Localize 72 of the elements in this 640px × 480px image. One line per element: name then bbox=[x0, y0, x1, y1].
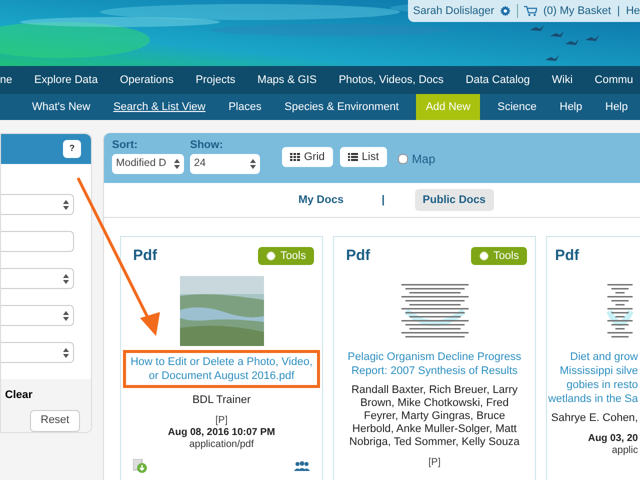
nav-link[interactable]: ne bbox=[0, 72, 12, 88]
mime-type: applic bbox=[612, 444, 638, 456]
dropdown-field[interactable] bbox=[1, 194, 74, 215]
clear-label[interactable]: Clear bbox=[5, 387, 33, 404]
updown-icon bbox=[63, 274, 69, 284]
document-title-link[interactable]: or Document August 2016.pdf bbox=[148, 368, 294, 382]
show-select[interactable]: 24 bbox=[190, 154, 260, 174]
visibility-label: [P] bbox=[428, 456, 441, 468]
updown-icon bbox=[63, 200, 69, 210]
document-title-link[interactable]: Mississippi silve bbox=[560, 364, 638, 378]
subnav-link[interactable]: Places bbox=[222, 94, 268, 120]
nav-link[interactable]: Maps & GIS bbox=[257, 72, 317, 88]
download-icon[interactable] bbox=[133, 458, 147, 472]
nav-link[interactable]: Operations bbox=[120, 72, 174, 88]
nav-link[interactable]: Wiki bbox=[552, 72, 573, 88]
subnav-link[interactable]: Science bbox=[491, 94, 543, 120]
updown-icon bbox=[250, 158, 256, 168]
updown-icon bbox=[174, 158, 180, 168]
nav-link[interactable]: Commu bbox=[594, 72, 634, 88]
mime-type: application/pdf bbox=[189, 438, 254, 450]
list-icon bbox=[348, 153, 358, 161]
document-type: Pdf bbox=[132, 246, 158, 266]
gear-icon bbox=[500, 5, 511, 17]
show-label: Show: bbox=[190, 138, 224, 153]
doc-tab[interactable]: Public Docs bbox=[414, 188, 494, 212]
truncated-link[interactable]: He bbox=[626, 2, 640, 20]
grid-view-button[interactable]: Grid bbox=[282, 147, 333, 167]
subnav-link[interactable]: Search & List View bbox=[107, 94, 212, 120]
gear-icon bbox=[479, 251, 490, 262]
dropdown-field[interactable] bbox=[1, 268, 74, 289]
updown-icon bbox=[63, 348, 69, 358]
dropdown-field[interactable] bbox=[1, 342, 74, 363]
document-title-link[interactable]: Pelagic Organism Decline Progress bbox=[348, 350, 522, 364]
nav-link[interactable]: Explore Data bbox=[34, 72, 98, 88]
document-type: Pdf bbox=[345, 246, 370, 266]
document-author: Randall Baxter, Rich Breuer, Larry Brown, Mike Chotkowski, Fred Feyrer, Marty Gingras, Bruce Herbold, Anke Muller-Solger, Matt Nobriga, Ted Sommer, Kelly Souza bbox=[348, 384, 521, 448]
subnav-link[interactable]: What's New bbox=[26, 94, 96, 120]
document-type: Pdf bbox=[554, 246, 580, 266]
nav-link[interactable]: Data Catalog bbox=[466, 72, 530, 88]
user-name[interactable]: Sarah Dolislager bbox=[413, 2, 494, 20]
cart-icon[interactable] bbox=[524, 5, 538, 17]
subnav-link[interactable]: Species & Environment bbox=[278, 94, 405, 120]
list-view-button[interactable]: List bbox=[340, 147, 387, 167]
document-author: BDL Trainer bbox=[192, 394, 251, 406]
dropdown-field[interactable] bbox=[1, 305, 74, 326]
reset-button[interactable]: Reset bbox=[30, 410, 80, 432]
map-label: Map bbox=[412, 151, 436, 168]
document-title-link[interactable]: How to Edit or Delete a Photo, Video, bbox=[130, 354, 312, 368]
separator: | bbox=[617, 4, 620, 19]
document-title-link[interactable]: gobies in resto bbox=[566, 378, 638, 392]
grid-icon bbox=[290, 153, 300, 161]
modified-date: Aug 08, 2016 10:07 PM bbox=[168, 426, 276, 438]
document-title-link[interactable]: Report: 2007 Synthesis of Results bbox=[351, 364, 518, 378]
nav-link[interactable]: Projects bbox=[196, 72, 236, 88]
basket-link[interactable]: (0) My Basket bbox=[543, 2, 612, 20]
text-field[interactable] bbox=[1, 231, 74, 252]
sort-select[interactable]: Modified D bbox=[112, 154, 184, 174]
updown-icon bbox=[63, 310, 69, 320]
modified-date: Aug 03, 20 bbox=[588, 432, 638, 444]
sort-label: Sort: bbox=[112, 138, 139, 153]
group-icon[interactable] bbox=[294, 460, 310, 470]
subnav-link[interactable]: Help bbox=[554, 94, 588, 120]
gear-icon bbox=[266, 251, 276, 262]
document-title-link[interactable]: Diet and grow bbox=[570, 350, 638, 364]
map-checkbox[interactable] bbox=[398, 154, 408, 164]
help-button[interactable]: ? bbox=[63, 140, 81, 158]
tab-separator: | bbox=[382, 192, 385, 208]
document-title-link[interactable]: wetlands in the Sa bbox=[548, 392, 638, 406]
nav-link[interactable]: Photos, Videos, Docs bbox=[338, 72, 444, 88]
subnav-link[interactable]: Help bbox=[599, 94, 634, 120]
visibility-label: [P] bbox=[215, 414, 228, 426]
document-author: Sahrye E. Cohen, bbox=[551, 412, 638, 424]
